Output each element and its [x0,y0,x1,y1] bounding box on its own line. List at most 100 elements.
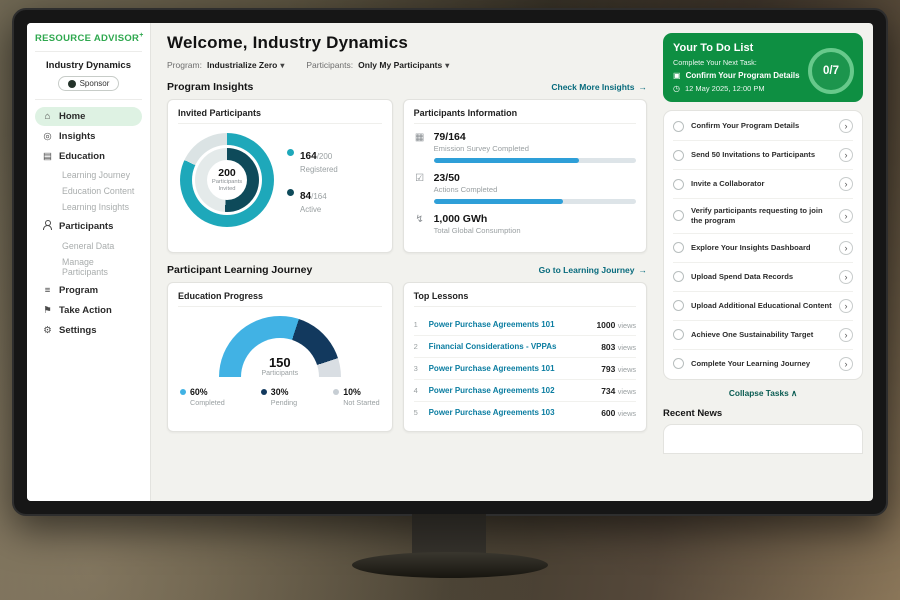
sidebar-item-settings[interactable]: ⚙ Settings [35,321,142,340]
task-chevron-button[interactable]: › [839,119,853,133]
program-filter-label: Program: [167,60,202,70]
task-chevron-button[interactable]: › [839,177,853,191]
lesson-row: 3 Power Purchase Agreements 101 793 view… [414,358,636,380]
energy-icon: ↯ [414,214,426,225]
participants-select[interactable]: Only My Participants ▾ [358,60,449,70]
task-checkbox[interactable] [673,271,684,282]
due-label: 12 May 2025, 12:00 PM [685,84,765,93]
registered-label: Registered [300,165,338,174]
sponsor-badge[interactable]: Sponsor [58,76,120,91]
task-chevron-button[interactable]: › [839,270,853,284]
registered-dot-icon [287,149,294,156]
next-task-label: Confirm Your Program Details [686,71,800,80]
collapse-up-icon: ∧ [791,388,797,398]
task-checkbox[interactable] [673,210,684,221]
collapse-tasks-link[interactable]: Collapse Tasks ∧ [663,388,863,398]
legend-pending: 30% Pending [261,387,297,407]
program-select-value: Industrialize Zero [207,60,277,70]
task-checkbox[interactable] [673,179,684,190]
task-checkbox[interactable] [673,358,684,369]
app-logo: RESOURCE ADVISOR+ [35,32,142,52]
sidebar: RESOURCE ADVISOR+ Industry Dynamics Spon… [27,23,151,501]
sidebar-item-manage-participants[interactable]: Manage Participants [35,254,142,280]
lesson-views: 793 [601,364,615,374]
link-label: Check More Insights [551,82,634,92]
participants-filter: Participants: Only My Participants ▾ [306,60,449,70]
task-row: Explore Your Insights Dashboard › [673,234,853,263]
sidebar-item-take-action[interactable]: ⚑ Take Action [35,301,142,320]
chevron-down-icon: ▾ [445,61,449,70]
task-checkbox[interactable] [673,242,684,253]
todo-progress-ring: 0/7 [808,48,854,94]
card-title: Invited Participants [178,108,382,124]
invited-participants-card: Invited Participants 200 Participants In… [167,99,393,253]
lesson-views-unit: views [618,343,636,352]
lesson-views: 1000 [596,320,615,330]
lesson-views: 600 [601,408,615,418]
education-progress-gauge-chart: 150 Participants [219,316,341,377]
sidebar-item-label: Education [59,151,105,162]
consumption-value: 1,000 GWh [434,213,636,225]
insights-cards-row: Invited Participants 200 Participants In… [167,99,647,253]
active-value: 84 [300,191,311,202]
todo-panel: Your To Do List Complete Your Next Task:… [661,23,873,501]
lesson-views-unit: views [618,321,636,330]
active-dot-icon [287,189,294,196]
sidebar-item-insights[interactable]: ◎ Insights [35,127,142,146]
task-checkbox[interactable] [673,300,684,311]
lesson-row: 1 Power Purchase Agreements 101 1000 vie… [414,314,636,336]
lesson-rank: 4 [414,386,422,395]
completed-label: Completed [190,398,225,407]
lesson-link[interactable]: Power Purchase Agreements 103 [429,408,595,417]
chevron-right-icon: › [845,301,848,311]
task-checkbox[interactable] [673,121,684,132]
progress-fill [434,199,564,204]
sidebar-item-learning-insights[interactable]: Learning Insights [35,199,142,215]
not-started-dot-icon [333,389,339,395]
task-chevron-button[interactable]: › [839,209,853,223]
task-checkbox[interactable] [673,329,684,340]
lesson-row: 5 Power Purchase Agreements 103 600 view… [414,402,636,423]
lesson-rank: 2 [414,342,422,351]
task-label: Achieve One Sustainability Target [691,330,832,340]
sidebar-item-participants[interactable]: Participants [35,216,142,237]
active-label: Active [300,205,327,214]
task-label: Invite a Collaborator [691,179,832,189]
sidebar-item-label: Take Action [59,305,112,316]
consumption-label: Total Global Consumption [434,226,636,235]
lesson-link[interactable]: Financial Considerations - VPPAs [429,342,595,351]
page-title: Welcome, Industry Dynamics [167,33,647,53]
check-more-insights-link[interactable]: Check More Insights → [551,82,647,92]
sidebar-item-home[interactable]: ⌂ Home [35,107,142,126]
sidebar-item-general-data[interactable]: General Data [35,238,142,254]
education-icon: ▤ [42,151,53,162]
task-chevron-button[interactable]: › [839,328,853,342]
lesson-link[interactable]: Power Purchase Agreements 101 [429,320,590,329]
donut-center-value: 200 [218,167,236,179]
lesson-link[interactable]: Power Purchase Agreements 101 [429,364,595,373]
sidebar-item-education[interactable]: ▤ Education [35,147,142,166]
program-select[interactable]: Industrialize Zero ▾ [207,60,284,70]
sidebar-item-learning-journey[interactable]: Learning Journey [35,167,142,183]
active-total: /164 [311,192,327,201]
arrow-right-icon: → [639,82,648,92]
sidebar-item-program[interactable]: ≡ Program [35,281,142,300]
progress-fill [434,158,580,163]
lesson-views-unit: views [618,409,636,418]
chevron-right-icon: › [845,243,848,253]
go-to-learning-journey-link[interactable]: Go to Learning Journey → [539,265,647,275]
actions-completed-value: 23/50 [434,172,636,184]
card-title: Participants Information [414,108,636,124]
task-chevron-button[interactable]: › [839,148,853,162]
task-checkbox[interactable] [673,150,684,161]
lesson-link[interactable]: Power Purchase Agreements 102 [429,386,595,395]
gauge-center-label: Participants [219,370,341,377]
sponsor-icon [68,80,76,88]
task-chevron-button[interactable]: › [839,357,853,371]
task-chevron-button[interactable]: › [839,299,853,313]
task-chevron-button[interactable]: › [839,241,853,255]
sidebar-item-education-content[interactable]: Education Content [35,183,142,199]
program-icon: ≡ [42,285,53,296]
task-label: Upload Spend Data Records [691,272,832,282]
gauge-center-value: 150 [219,355,341,370]
